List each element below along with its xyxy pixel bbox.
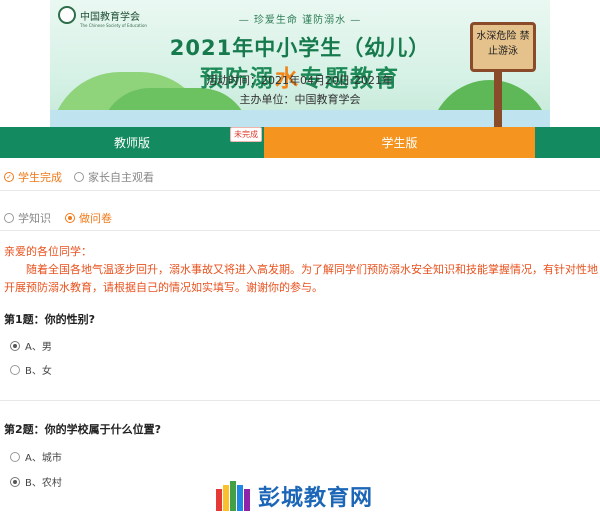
banner-water [50,110,550,127]
question-option[interactable]: A、城市 [10,449,62,464]
host-organization: 主办单位：中国教育学会 [239,93,361,106]
radio-icon [10,364,20,375]
radio-icon [4,213,14,223]
question-option[interactable]: A、男 [10,338,52,353]
divider [0,230,600,231]
tab-teacher[interactable]: 教师版 未完成 [0,127,264,158]
subtab-learn-label: 学知识 [18,212,51,225]
mode-selector: ✓ 学生完成 家长自主观看 [4,169,154,185]
watermark-text: 彭城教育网 [258,486,374,511]
tab-student-label: 学生版 [381,136,418,150]
mode-parent-watch[interactable]: 家长自主观看 [74,169,154,185]
question-option[interactable]: B、女 [10,362,52,377]
radio-icon [74,172,84,182]
version-tabs: 教师版 未完成 学生版 [0,127,600,158]
intro-body: 随着全国各地气温逐步回升，溺水事故又将进入高发期。为了解同学们预防溺水安全知识和… [4,263,598,294]
watermark: 彭城教育网 [216,480,373,512]
option-label: B、女 [25,366,52,377]
warning-sign: 水深危险 禁止游泳 [470,22,536,72]
subtab-quiz-label: 做问卷 [79,212,112,225]
mode-student-done-label: 学生完成 [18,171,62,184]
check-circle-icon: ✓ [4,172,14,182]
option-label: A、男 [25,342,52,353]
subtab-quiz[interactable]: 做问卷 [65,210,112,226]
question-title: 第1题：你的性别? [4,313,96,326]
activity-date: 活动时间：2021年04月20日-2021年 [206,74,393,87]
subtab-learn[interactable]: 学知识 [4,210,51,226]
tab-teacher-label: 教师版 [113,136,150,150]
radio-selected-icon [65,213,75,223]
radio-selected-icon [10,340,20,351]
content-selector: 学知识 做问卷 [4,210,112,226]
tab-student[interactable]: 学生版 [264,127,535,158]
option-label: A、城市 [25,453,62,464]
question-option[interactable]: B、农村 [10,474,62,489]
mode-parent-watch-label: 家长自主观看 [88,171,154,184]
intro-greeting: 亲爱的各位同学： [4,245,92,258]
radio-selected-icon [10,476,20,487]
divider [0,400,600,401]
banner: 中国教育学会 The Chinese Society of Education … [0,0,600,127]
tab-bar-filler [535,127,600,158]
divider [0,190,600,191]
incomplete-badge: 未完成 [230,127,262,142]
option-label: B、农村 [25,478,62,489]
mode-student-done[interactable]: ✓ 学生完成 [4,169,62,185]
survey-intro: 亲爱的各位同学： 随着全国各地气温逐步回升，溺水事故又将进入高发期。为了解同学们… [4,243,598,297]
question-title: 第2题：你的学校属于什么位置? [4,423,162,436]
radio-icon [10,451,20,462]
sign-post [494,72,502,127]
books-icon [216,481,250,511]
